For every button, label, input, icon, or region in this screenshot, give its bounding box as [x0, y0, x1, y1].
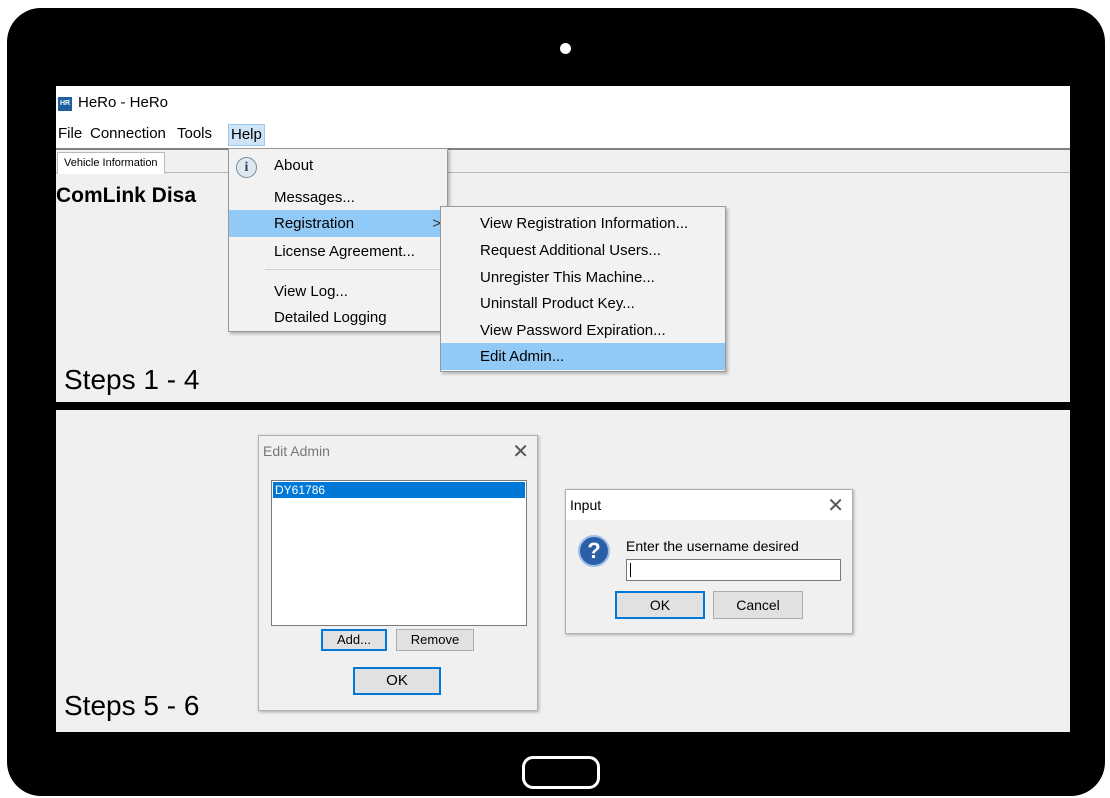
menu-item-label: View Password Expiration... — [480, 322, 666, 339]
menu-item-label: Registration — [274, 215, 355, 232]
cancel-button[interactable]: Cancel — [713, 591, 803, 619]
menu-item-label: Detailed Logging — [274, 309, 387, 326]
dialog-title: Edit Admin — [263, 443, 330, 459]
menu-file[interactable]: File — [56, 124, 84, 146]
menu-item-label: Request Additional Users... — [480, 242, 661, 259]
close-icon[interactable]: ✕ — [827, 493, 844, 518]
menu-item-label: Messages... — [274, 189, 355, 206]
menu-item-view-log[interactable]: View Log... — [229, 278, 447, 305]
menu-help[interactable]: Help — [228, 124, 265, 146]
camera-dot — [560, 43, 571, 54]
input-prompt: Enter the username desired — [626, 538, 799, 554]
title-bar: HR HeRo - HeRo — [56, 86, 1070, 120]
username-input[interactable] — [626, 559, 841, 581]
menu-item-request-additional-users[interactable]: Request Additional Users... — [441, 237, 725, 264]
menu-connection[interactable]: Connection — [88, 124, 168, 146]
menu-item-unregister-machine[interactable]: Unregister This Machine... — [441, 264, 725, 291]
remove-button[interactable]: Remove — [396, 629, 474, 651]
registration-submenu: View Registration Information... Request… — [440, 206, 726, 372]
menu-item-messages[interactable]: Messages... — [229, 184, 447, 211]
edit-admin-dialog: Edit Admin ✕ DY61786 Add... Remove OK — [258, 435, 538, 711]
tab-strip: Vehicle Information — [56, 150, 1070, 174]
menu-item-label: License Agreement... — [274, 243, 415, 260]
help-menu: i About Messages... Registration > Licen… — [228, 148, 448, 332]
menu-item-label: View Registration Information... — [480, 215, 689, 232]
home-button[interactable] — [522, 756, 600, 789]
menu-item-about[interactable]: i About — [229, 152, 447, 179]
menu-bar: File Connection Tools Help — [56, 120, 1070, 150]
menu-item-label: About — [274, 157, 314, 174]
dialog-title-bar: Input ✕ — [566, 490, 852, 520]
close-icon[interactable]: ✕ — [512, 439, 529, 464]
menu-item-label: Edit Admin... — [480, 348, 565, 365]
top-screenshot: HR HeRo - HeRo File Connection Tools Hel… — [56, 86, 1070, 402]
input-dialog: Input ✕ ? Enter the username desired OK … — [565, 489, 853, 634]
list-item[interactable]: DY61786 — [273, 482, 525, 498]
menu-separator — [265, 269, 441, 270]
dialog-title-bar: Edit Admin ✕ — [259, 436, 537, 466]
bottom-screenshot: Edit Admin ✕ DY61786 Add... Remove OK In… — [56, 410, 1070, 732]
admin-list[interactable]: DY61786 — [271, 480, 527, 626]
app-icon: HR — [58, 97, 72, 111]
menu-item-license-agreement[interactable]: License Agreement... — [229, 238, 447, 265]
add-button[interactable]: Add... — [321, 629, 387, 651]
steps-label: Steps 5 - 6 — [64, 690, 206, 722]
menu-item-label: View Log... — [274, 283, 348, 300]
question-icon: ? — [578, 535, 610, 567]
menu-item-label: Uninstall Product Key... — [480, 295, 635, 312]
page-heading: ComLink Disa — [56, 184, 197, 207]
menu-item-detailed-logging[interactable]: Detailed Logging — [229, 304, 447, 331]
menu-tools[interactable]: Tools — [175, 124, 214, 146]
window-title: HeRo - HeRo — [78, 94, 169, 111]
menu-item-registration[interactable]: Registration > — [229, 210, 447, 237]
steps-label: Steps 1 - 4 — [64, 364, 200, 395]
ok-button[interactable]: OK — [615, 591, 705, 619]
text-caret — [630, 563, 631, 577]
menu-item-edit-admin[interactable]: Edit Admin... — [441, 343, 725, 370]
menu-item-view-password-expiration[interactable]: View Password Expiration... — [441, 317, 725, 344]
menu-item-view-registration-information[interactable]: View Registration Information... — [441, 210, 725, 237]
tab-vehicle-information[interactable]: Vehicle Information — [57, 152, 165, 174]
info-icon: i — [236, 157, 257, 178]
menu-item-label: Unregister This Machine... — [480, 269, 655, 286]
menu-item-uninstall-product-key[interactable]: Uninstall Product Key... — [441, 290, 725, 317]
dialog-title: Input — [570, 497, 602, 513]
ok-button[interactable]: OK — [353, 667, 441, 695]
